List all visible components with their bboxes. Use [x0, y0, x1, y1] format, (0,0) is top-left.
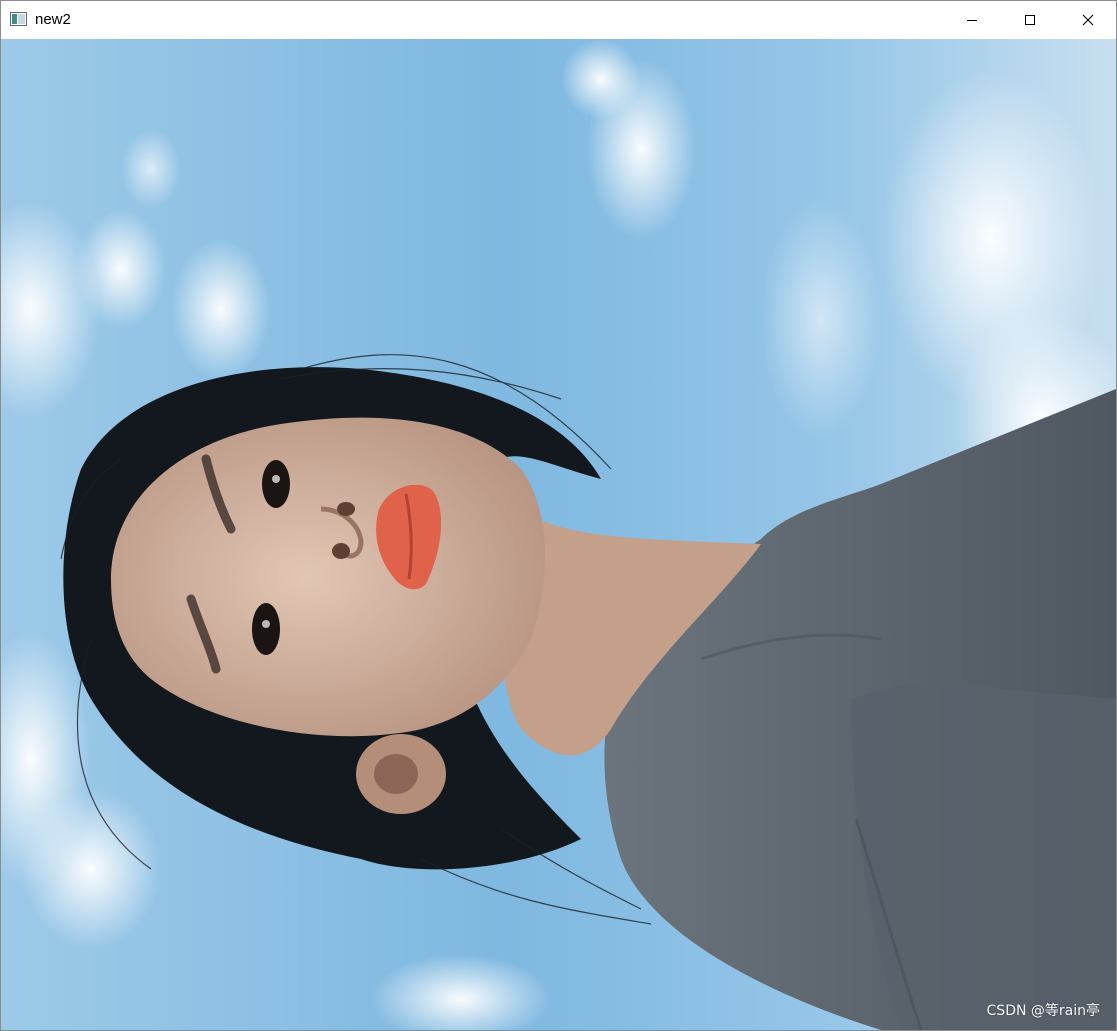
window-title: new2 — [35, 11, 71, 28]
csdn-watermark: CSDN @等rain亭 — [986, 1003, 1100, 1019]
eye-lower — [252, 603, 280, 655]
close-icon — [1082, 14, 1094, 26]
image-canvas: CSDN @等rain亭 — [1, 39, 1116, 1030]
maximize-icon — [1025, 15, 1035, 25]
eye-upper — [262, 460, 290, 508]
app-window: new2 CSDN @等rain亭 — [0, 0, 1117, 1031]
face — [111, 417, 545, 737]
rotated-portrait-photo — [1, 39, 1116, 1030]
minimize-button[interactable] — [943, 1, 1001, 39]
title-bar[interactable]: new2 — [1, 1, 1116, 39]
window-app-icon — [10, 12, 27, 26]
minimize-icon — [967, 20, 977, 21]
maximize-button[interactable] — [1001, 1, 1059, 39]
close-button[interactable] — [1059, 1, 1117, 39]
